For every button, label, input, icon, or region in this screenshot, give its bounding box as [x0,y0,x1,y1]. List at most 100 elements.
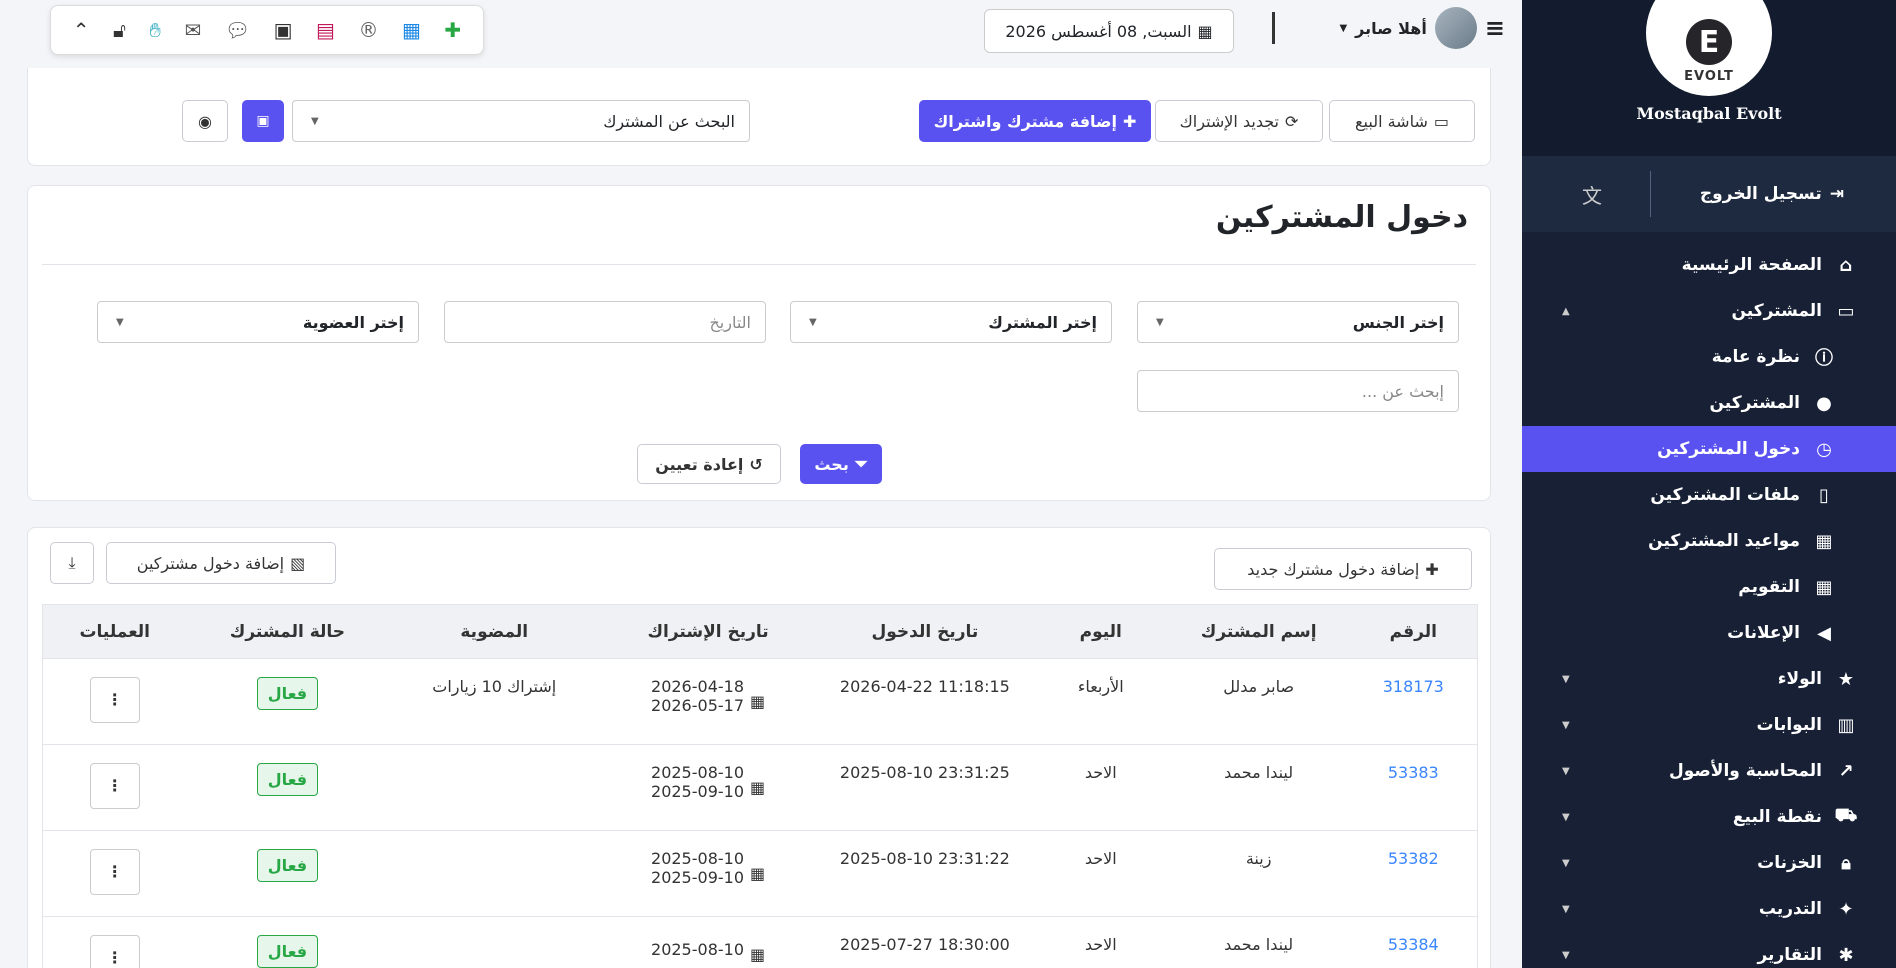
select-value: إختر المشترك [988,312,1097,332]
button-label: شاشة البيع [1355,111,1428,131]
row-id-link[interactable]: 53384 [1349,916,1478,968]
import-entries-button[interactable]: ▧ إضافة دخول مشتركين [106,542,336,584]
download-button[interactable]: ⤓ [50,542,94,584]
renew-subscription-button[interactable]: ⟳ تجديد الإشتراك [1155,100,1323,142]
operations-cell: ⋮ [42,916,187,968]
ellipsis-vertical-icon: ⋮ [106,690,123,709]
membership [388,744,601,831]
comment-icon[interactable]: 💬︎ [225,18,250,42]
logout-button[interactable]: ⇥ تسجيل الخروج [1700,184,1844,204]
money-icon[interactable]: ▤ [316,18,335,42]
sidebar-item-pos[interactable]: ⛟ نقطة البيع ▼ [1522,794,1896,840]
calendar-icon: ▦ [750,691,766,711]
sidebar-item-subscriber-entries[interactable]: ◷ دخول المشتركين [1522,426,1896,472]
search-button[interactable]: ⏷ بحث [800,444,882,484]
language-icon[interactable]: 文 [1582,180,1602,209]
subscriber-select[interactable]: إختر المشترك ▼ [790,301,1112,343]
column-header[interactable]: العمليات [42,604,187,659]
sidebar-item-training[interactable]: ✦ التدريب ▼ [1522,886,1896,932]
membership: إشتراك 10 زيارات [388,658,601,745]
entry-day: الأربعاء [1033,658,1168,745]
button-label: إضافة مشترك واشتراك [933,111,1117,131]
sidebar-item-subscriber-appointments[interactable]: ▦ مواعيد المشتركين [1522,518,1896,564]
subscription-dates: ▦ 2026-04-18 2026-05-17 [600,658,816,745]
clock-icon: ◷ [1816,438,1832,460]
logo-area: E EVOLT Mostaqbal Evolt [1522,0,1896,156]
column-header[interactable]: اليوم [1033,604,1168,659]
sidebar-item-calendar[interactable]: ▦ التقويم [1522,564,1896,610]
row-id-link[interactable]: 53383 [1349,744,1478,831]
calendar-icon[interactable]: ▦ [402,18,421,42]
sidebar-item-reports[interactable]: ✱ التقارير ▼ [1522,932,1896,968]
sidebar-item-safes[interactable]: 🔒︎ الخزنات ▼ [1522,840,1896,886]
membership [388,916,601,968]
laptop-icon: ▭ [1433,111,1449,131]
logo[interactable]: E EVOLT [1646,0,1772,96]
brand-name: Mostaqbal Evolt [1636,104,1782,123]
sidebar-item-label: ملفات المشتركين [1650,485,1800,505]
row-id-link[interactable]: 53382 [1349,830,1478,917]
logo-text: EVOLT [1684,69,1734,84]
column-header[interactable]: تاريخ الإشتراك [600,604,816,659]
date-display[interactable]: ▦ السبت, 08 أغسطس 2026 [984,9,1234,53]
sidebar-item-overview[interactable]: ⓘ نظرة عامة [1522,334,1896,380]
calendar-icon: ▦ [1197,21,1213,41]
status-badge: فعال [256,677,319,710]
qrcode-icon[interactable]: ▣ [274,18,293,42]
membership-select[interactable]: إختر العضوية ▼ [97,301,419,343]
add-subscriber-button[interactable]: ✚ إضافة مشترك واشتراك [919,100,1151,142]
sidebar-item-label: التقويم [1738,577,1800,597]
sidebar-item-loyalty[interactable]: ★ الولاء ▼ [1522,656,1896,702]
column-header[interactable]: الرقم [1349,604,1478,659]
column-header[interactable]: إسم المشترك [1167,604,1350,659]
reset-button[interactable]: ↺ إعادة تعيين [637,444,781,484]
entry-datetime: 2025-07-27 18:30:00 [815,916,1034,968]
filter-icon: ⏷ [854,454,868,473]
pos-screen-button[interactable]: ▭ شاشة البيع [1329,100,1475,142]
row-actions-button[interactable]: ⋮ [89,849,140,895]
hand-icon[interactable]: ✋︎ [150,18,161,42]
sidebar-item-gates[interactable]: ▥ البوابات ▼ [1522,702,1896,748]
sidebar-item-home[interactable]: ⌂ الصفحة الرئيسية [1522,242,1896,288]
column-header[interactable]: حالة المشترك [186,604,389,659]
status-badge: فعال [256,849,319,882]
row-actions-button[interactable]: ⋮ [89,935,140,968]
qr-scan-button[interactable]: ▣ [242,100,284,142]
subscription-dates: ▦ 2025-08-10 2025-09-10 [600,744,816,831]
entry-datetime: 2025-08-10 23:31:25 [815,744,1034,831]
registered-icon[interactable]: ® [358,18,378,42]
unlock-icon[interactable]: 🔓︎ [113,18,126,42]
row-id-link[interactable]: 318173 [1349,658,1478,745]
user-menu[interactable]: ≡ أهلا صابر ▼ [1305,6,1505,50]
row-actions-button[interactable]: ⋮ [89,677,140,723]
column-header[interactable]: تاريخ الدخول [815,604,1034,659]
sidebar-item-accounting[interactable]: ↗ المحاسبة والأصول ▼ [1522,748,1896,794]
chevron-up-icon[interactable]: ⌃ [73,18,90,42]
date-input[interactable]: التاريخ [444,301,766,343]
add-new-entry-button[interactable]: ✚ إضافة دخول مشترك جديد [1214,548,1472,590]
ellipsis-vertical-icon: ⋮ [106,776,123,795]
sidebar-item-announcements[interactable]: ◀ الإعلانات [1522,610,1896,656]
subscriber-search-select[interactable]: البحث عن المشترك ▼ [292,100,750,142]
table-row: 53384 ليندا محمد الاحد 2025-07-27 18:30:… [42,916,1478,968]
sidebar: E EVOLT Mostaqbal Evolt ⇥ تسجيل الخروج 文… [1522,0,1896,968]
search-input[interactable]: إبحث عن ... [1137,370,1459,412]
file-icon: ▯ [1819,484,1829,506]
caret-down-icon: ▼ [1562,857,1570,869]
camera-button[interactable]: ◉ [182,100,228,142]
hamburger-icon[interactable]: ≡ [1485,14,1505,42]
envelope-icon[interactable]: ✉ [184,18,201,42]
status-cell: فعال [186,916,389,968]
sidebar-item-subscriber-files[interactable]: ▯ ملفات المشتركين [1522,472,1896,518]
sidebar-item-subscribers[interactable]: ● المشتركين [1522,380,1896,426]
caret-down-icon: ▼ [809,316,817,328]
gender-select[interactable]: إختر الجنس ▼ [1137,301,1459,343]
button-label: إضافة دخول مشتركين [136,553,285,573]
column-header[interactable]: المضوية [388,604,601,659]
current-date: السبت, 08 أغسطس 2026 [1005,21,1192,41]
sidebar-item-subscribers-group[interactable]: ▭ المشتركين ▲ [1522,288,1896,334]
subscriber-name: زينة [1167,830,1350,917]
row-actions-button[interactable]: ⋮ [89,763,140,809]
button-label: تجديد الإشتراك [1179,111,1279,131]
user-plus-icon[interactable]: ✚ [444,18,461,42]
